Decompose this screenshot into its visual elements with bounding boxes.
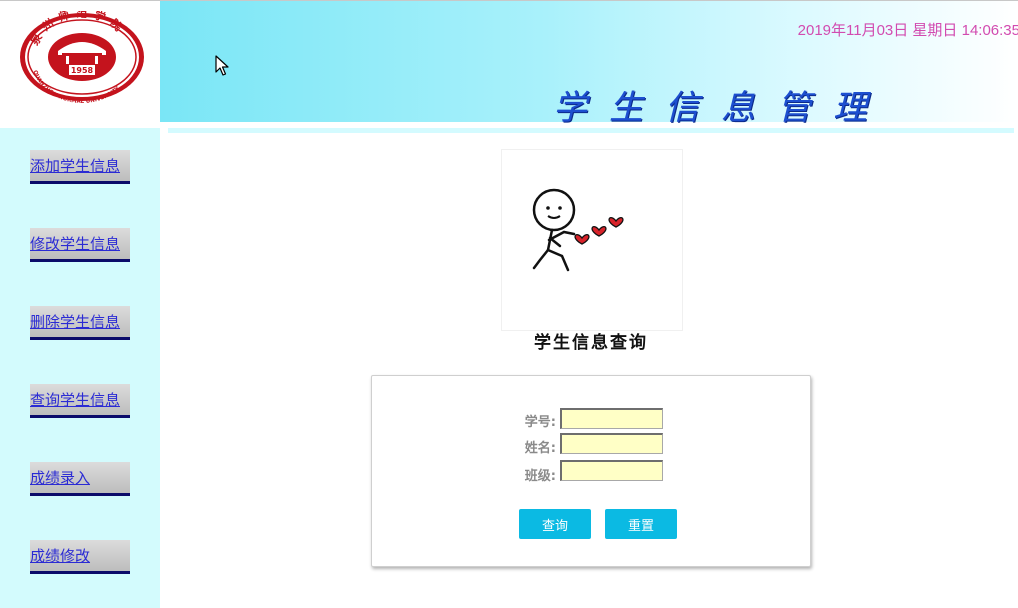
query-heading: 学生信息查询 [534, 333, 648, 353]
sidebar-item-query-student[interactable]: 查询学生信息 [30, 384, 130, 418]
sidebar-item-add-student[interactable]: 添加学生信息 [30, 150, 130, 184]
student-id-label: 学号: [524, 415, 556, 430]
university-seal-icon: 1958 泉州师范学院 QUANZHOU NORMAL UNIVERSITY [20, 11, 144, 103]
reset-button[interactable]: 重置 [605, 509, 677, 539]
query-form-panel: 学号: 姓名: 班级: 查询 重置 [371, 375, 811, 567]
query-button[interactable]: 查询 [519, 509, 591, 539]
name-label: 姓名: [524, 441, 556, 456]
sidebar-item-grade-edit[interactable]: 成绩修改 [30, 540, 130, 574]
sidebar-item-grade-entry[interactable]: 成绩录入 [30, 462, 130, 496]
datetime-display: 2019年11月03日 星期日 14:06:35 [797, 22, 1018, 39]
header-divider [168, 128, 1014, 133]
class-label: 班级: [524, 469, 556, 484]
sidebar-item-delete-student[interactable]: 删除学生信息 [30, 306, 130, 340]
sidebar-item-edit-student[interactable]: 修改学生信息 [30, 228, 130, 262]
illustration-card [501, 149, 683, 331]
class-input[interactable] [560, 460, 663, 481]
stick-figure-hearts-icon [532, 188, 624, 272]
logo-area: 1958 泉州师范学院 QUANZHOU NORMAL UNIVERSITY [0, 0, 160, 129]
student-id-input[interactable] [560, 408, 663, 429]
name-input[interactable] [560, 433, 663, 454]
svg-text:1958: 1958 [71, 66, 94, 75]
header-banner: 2019年11月03日 星期日 14:06:35 学生信息管理 [160, 0, 1018, 128]
page-title: 学生信息管理 [553, 88, 889, 128]
sidebar: 添加学生信息 修改学生信息 删除学生信息 查询学生信息 成绩录入 成绩修改 [0, 128, 160, 608]
mouse-cursor-icon [215, 55, 229, 76]
